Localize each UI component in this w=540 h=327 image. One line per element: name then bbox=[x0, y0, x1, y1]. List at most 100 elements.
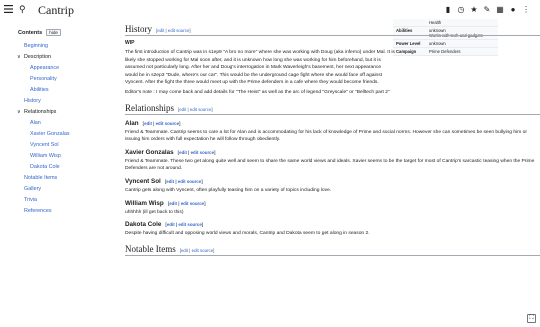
toc-item[interactable]: Personality bbox=[18, 74, 108, 85]
toc-item-label: Beginning bbox=[24, 43, 48, 49]
bracket-close: ] bbox=[211, 106, 213, 112]
toc-item-label: Notable Items bbox=[24, 175, 58, 181]
toc-item[interactable]: Dakota Cole bbox=[18, 162, 108, 173]
edit-link[interactable]: edit bbox=[181, 248, 188, 253]
toc-item[interactable]: Appearance bbox=[18, 63, 108, 74]
relationship-text: Despite having difficult and opposing wo… bbox=[125, 231, 370, 237]
bracket-close: ] bbox=[179, 120, 181, 126]
relationship-name: Alan bbox=[125, 119, 139, 127]
toc-item-label: Vyncent Sol bbox=[30, 142, 59, 148]
relationship-text: uhhhhh (ill get back to this) bbox=[125, 209, 184, 215]
more-icon[interactable]: ⋮ bbox=[522, 5, 530, 14]
toc-hide-button[interactable]: hide bbox=[46, 29, 61, 36]
toc-item[interactable]: Beginning bbox=[18, 41, 108, 52]
toc-item[interactable]: William Wisp bbox=[18, 151, 108, 162]
toc-item[interactable]: Vyncent Sol bbox=[18, 140, 108, 151]
toc-item-label: Appearance bbox=[30, 65, 60, 71]
relationship-name: Dakota Cole bbox=[125, 221, 162, 229]
relationship-heading: Alan [edit | edit source] bbox=[125, 120, 540, 127]
relationship-heading: William Wisp [edit | edit source] bbox=[125, 200, 540, 207]
toc-item[interactable]: Xavier Gonzalas bbox=[18, 129, 108, 140]
relationship-text: Cantrip gets along with Vyncent, often p… bbox=[125, 187, 332, 193]
edit-link[interactable]: edit bbox=[167, 222, 175, 227]
toc-item[interactable]: Notable Items bbox=[18, 173, 108, 184]
reader-icon[interactable]: ▦ bbox=[496, 5, 504, 14]
edit-link[interactable]: edit bbox=[169, 201, 177, 206]
article-content: History [edit | edit source] WIP The firs… bbox=[125, 24, 540, 327]
chevron-down-icon[interactable]: ∨ bbox=[17, 107, 21, 118]
page-title: Cantrip bbox=[38, 3, 74, 17]
bracket-close: ] bbox=[214, 149, 216, 155]
history-heading: History [edit | edit source] bbox=[125, 24, 540, 36]
search-icon[interactable]: ⚲ bbox=[19, 4, 26, 15]
relationship-name: Xavier Gonzalas bbox=[125, 148, 174, 156]
edit-source-link[interactable]: edit source bbox=[191, 150, 214, 155]
relationships-heading-text: Relationships bbox=[125, 102, 174, 113]
relationships-heading: Relationships [edit | edit source] bbox=[125, 103, 540, 115]
relationship-edit-links: [edit | edit source] bbox=[165, 179, 203, 184]
relationship-edit-links: [edit | edit source] bbox=[143, 121, 181, 126]
toc-item-label: Description bbox=[24, 54, 51, 60]
toc-item-label: Personality bbox=[30, 76, 57, 82]
toc-item-label: History bbox=[24, 98, 41, 104]
relationship-heading: Dakota Cole [edit | edit source] bbox=[125, 221, 540, 228]
star-icon[interactable]: ★ bbox=[470, 5, 478, 14]
chevron-down-icon[interactable]: ∨ bbox=[17, 52, 21, 63]
edit-source-link[interactable]: edit source bbox=[192, 248, 213, 253]
edit-source-link[interactable]: edit source bbox=[178, 222, 201, 227]
toc-item-label: Gallery bbox=[24, 186, 42, 192]
toc-item[interactable]: Gallery bbox=[18, 184, 108, 195]
toc-item[interactable]: References bbox=[18, 206, 108, 217]
edit-link[interactable]: edit bbox=[144, 121, 152, 126]
toc-item-label: Abilities bbox=[30, 87, 49, 93]
toc-item-label: Xavier Gonzalas bbox=[30, 131, 70, 137]
toc-item[interactable]: Trivia bbox=[18, 195, 108, 206]
menu-icon[interactable] bbox=[4, 5, 13, 13]
toc-title: Contents bbox=[18, 29, 43, 36]
bracket-close: ] bbox=[189, 28, 191, 33]
edit-source-link[interactable]: edit source bbox=[181, 201, 204, 206]
relationship-edit-links: [edit | edit source] bbox=[178, 150, 216, 155]
bracket-close: ] bbox=[204, 200, 206, 206]
relationship-text: Friend & Teammate. These two get along q… bbox=[125, 158, 535, 172]
relationship-edit-links: [edit | edit source] bbox=[168, 201, 206, 206]
editor-note: Editor's note : I may come back and add … bbox=[125, 89, 390, 95]
edit-source-link[interactable]: edit source bbox=[178, 179, 201, 184]
edit-source-link[interactable]: edit source bbox=[156, 121, 179, 126]
toc-item[interactable]: ∨ Description bbox=[17, 52, 108, 63]
bracket-close: ] bbox=[213, 247, 215, 253]
toc-item-label: Trivia bbox=[24, 197, 37, 203]
toc-item[interactable]: ∨ Relationships bbox=[17, 107, 108, 118]
table-of-contents: Contents hide Beginning ∨ Description Appea… bbox=[17, 29, 108, 217]
notable-items-heading: Notable Items [edit | edit source] bbox=[125, 244, 540, 256]
history-heading-text: History bbox=[125, 24, 152, 34]
bracket-close: ] bbox=[201, 222, 204, 228]
notifications-icon[interactable]: ▮ bbox=[444, 5, 452, 14]
toc-item-label: Dakota Cole bbox=[30, 164, 60, 170]
edit-icon[interactable]: ✎ bbox=[483, 5, 491, 14]
user-icon[interactable]: ● bbox=[509, 5, 517, 14]
toc-item[interactable]: Abilities bbox=[18, 85, 108, 96]
relationships-edit-links: [edit | edit source] bbox=[178, 107, 213, 112]
toc-item-label: References bbox=[24, 208, 52, 214]
edit-source-link[interactable]: edit source bbox=[190, 107, 211, 112]
wip-label: WIP bbox=[125, 40, 135, 46]
history-paragraph: The first introduction of Cantrip was in… bbox=[125, 50, 395, 86]
relationship-heading: Vyncent Sol [edit | edit source] bbox=[125, 178, 540, 185]
notable-items-heading-text: Notable Items bbox=[125, 243, 176, 254]
relationship-heading: Xavier Gonzalas [edit | edit source] bbox=[125, 149, 540, 156]
history-edit-links: [edit | edit source] bbox=[156, 28, 191, 33]
toc-item[interactable]: Alan bbox=[18, 118, 108, 129]
edit-source-link[interactable]: edit source bbox=[168, 28, 189, 33]
edit-link[interactable]: edit bbox=[179, 150, 187, 155]
relationship-edit-links: [edit | edit source] bbox=[165, 222, 203, 227]
relationship-text: Friend & Teammate. Cantrip seems to care… bbox=[125, 129, 527, 143]
toc-item-label: William Wisp bbox=[30, 153, 61, 159]
fullscreen-button[interactable]: ⛶ bbox=[527, 314, 536, 323]
toolbar: ▮ ◷ ★ ✎ ▦ ● ⋮ bbox=[444, 5, 530, 14]
notable-items-edit-links: [edit | edit source] bbox=[180, 248, 215, 253]
toc-item[interactable]: History bbox=[18, 96, 108, 107]
bracket-close: ] bbox=[201, 178, 203, 184]
edit-link[interactable]: edit bbox=[166, 179, 174, 184]
history-icon[interactable]: ◷ bbox=[457, 5, 465, 14]
